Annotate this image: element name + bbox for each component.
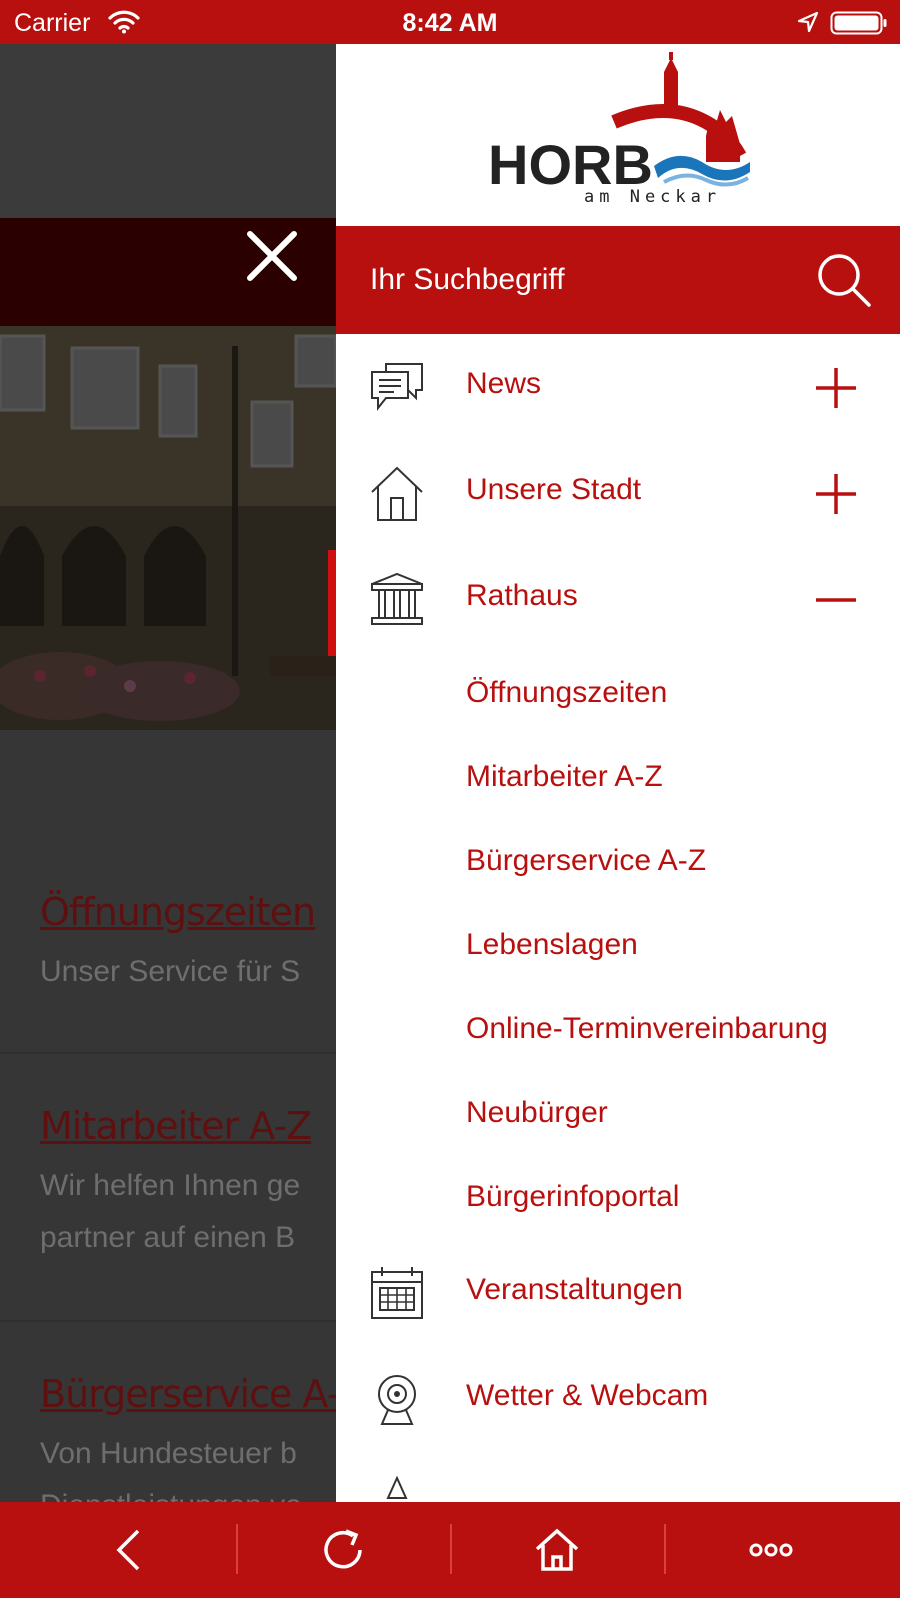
background-content: Öffnungszeiten Unser Service für S Mitar… <box>0 730 336 1502</box>
menu-label: Unsere Stadt <box>466 473 642 506</box>
chat-bubbles-icon <box>368 358 426 416</box>
submenu-item[interactable]: Mitarbeiter A-Z <box>336 736 900 820</box>
city-logo: HORB am Neckar <box>488 52 750 207</box>
background-item-title[interactable]: Öffnungszeiten <box>40 890 336 934</box>
navigation-drawer: HORB am Neckar News <box>336 44 900 1502</box>
back-button[interactable] <box>22 1502 236 1598</box>
plus-icon[interactable] <box>814 472 858 516</box>
menu-label: Veranstaltungen <box>466 1273 683 1306</box>
background-item-desc: Wir helfen Ihnen ge partner auf einen B <box>40 1160 336 1264</box>
menu-item-unsere-stadt[interactable]: Unsere Stadt <box>336 440 900 546</box>
reload-button[interactable] <box>236 1502 450 1598</box>
logo-subtext: am Neckar <box>584 187 721 207</box>
submenu-label: Bürgerinfoportal <box>466 1180 680 1213</box>
submenu-label: Online-Terminvereinbarung <box>466 1012 828 1045</box>
background-item-desc: Unser Service für S <box>40 955 301 988</box>
submenu-label: Neubürger <box>466 1096 608 1129</box>
logo-area: HORB am Neckar <box>336 44 900 226</box>
house-icon <box>368 464 426 522</box>
menu-item-news[interactable]: News <box>336 334 900 440</box>
divider <box>0 1320 336 1322</box>
search-bar <box>336 226 900 334</box>
background-item-title[interactable]: Bürgerservice A-Z <box>40 1372 336 1416</box>
background-photo <box>0 326 336 730</box>
clock: 8:42 AM <box>402 9 498 37</box>
town-hall-icon <box>368 570 426 628</box>
background-item-desc: Von Hundesteuer b Dienstleistungen vo <box>40 1428 336 1502</box>
divider <box>0 1052 336 1054</box>
submenu-item[interactable]: Bürgerservice A-Z <box>336 820 900 904</box>
background-header <box>0 44 336 218</box>
minus-icon[interactable] <box>814 578 858 622</box>
bottom-toolbar <box>0 1502 900 1598</box>
close-icon[interactable] <box>244 228 300 284</box>
more-icon <box>749 1543 793 1557</box>
submenu-item[interactable]: Online-Terminvereinbarung <box>336 988 900 1072</box>
background-item: Öffnungszeiten Unser Service für S <box>40 890 336 998</box>
back-icon <box>116 1529 140 1571</box>
more-button[interactable] <box>664 1502 878 1598</box>
submenu-label: Lebenslagen <box>466 928 638 961</box>
menu-label: Wetter & Webcam <box>466 1379 709 1412</box>
home-icon <box>535 1528 579 1571</box>
battery-full-icon <box>830 11 888 40</box>
calendar-icon <box>368 1264 426 1322</box>
reload-icon <box>324 1529 362 1569</box>
search-icon[interactable] <box>814 250 874 310</box>
submenu-item[interactable]: Lebenslagen <box>336 904 900 988</box>
menu-label: News <box>466 367 542 400</box>
desc-line: Wir helfen Ihnen ge <box>40 1169 301 1202</box>
submenu-item[interactable]: Öffnungszeiten <box>336 652 900 736</box>
menu-item-partial[interactable] <box>336 1452 900 1502</box>
menu-item-veranstaltungen[interactable]: Veranstaltungen <box>336 1240 900 1346</box>
status-bar: Carrier 8:42 AM <box>0 0 900 44</box>
desc-line: Von Hundesteuer b <box>40 1437 297 1470</box>
submenu-label: Bürgerservice A-Z <box>466 844 707 877</box>
menu-item-wetter-webcam[interactable]: Wetter & Webcam <box>336 1346 900 1452</box>
search-input[interactable] <box>370 254 790 306</box>
menu-label: Rathaus <box>466 579 578 612</box>
desc-line: Dienstleistungen vo <box>40 1480 336 1502</box>
desc-line: partner auf einen B <box>40 1221 296 1254</box>
background-page: Öffnungszeiten Unser Service für S Mitar… <box>0 44 336 1502</box>
menu-item-icon <box>368 1475 426 1502</box>
submenu-label: Öffnungszeiten <box>466 676 668 709</box>
submenu-item[interactable]: Bürgerinfoportal <box>336 1156 900 1240</box>
background-item: Bürgerservice A-Z Von Hundesteuer b Dien… <box>40 1372 336 1502</box>
active-indicator <box>328 550 336 656</box>
submenu-label: Mitarbeiter A-Z <box>466 760 663 793</box>
background-item: Mitarbeiter A-Z Wir helfen Ihnen ge part… <box>40 1104 336 1264</box>
menu-item-rathaus[interactable]: Rathaus <box>336 546 900 652</box>
home-button[interactable] <box>450 1502 664 1598</box>
plus-icon[interactable] <box>814 366 858 410</box>
location-arrow-icon <box>797 11 819 38</box>
submenu-item[interactable]: Neubürger <box>336 1072 900 1156</box>
webcam-icon <box>368 1370 426 1428</box>
background-item-title[interactable]: Mitarbeiter A-Z <box>40 1104 336 1148</box>
